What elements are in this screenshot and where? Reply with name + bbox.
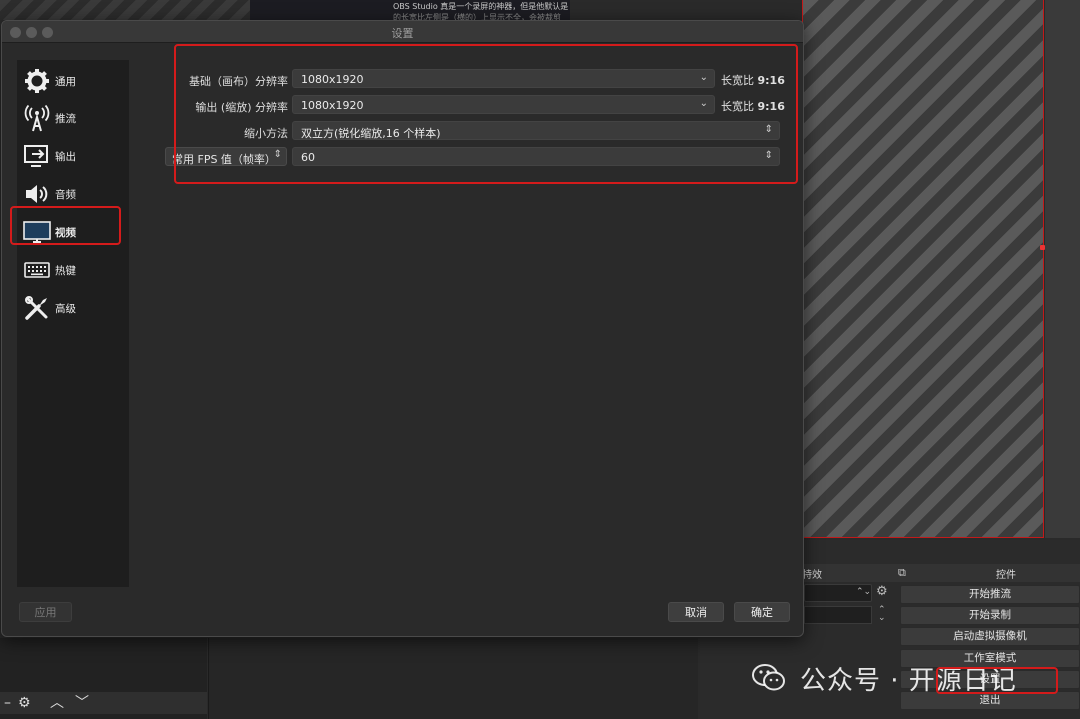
- controls-dock-title: 控件: [996, 570, 1016, 581]
- sidebar-item-label: 推流: [55, 113, 76, 125]
- downscale-filter-label: 缩小方法: [244, 127, 288, 140]
- transition-spinner-icon[interactable]: ⌃⌄: [856, 587, 871, 597]
- downscale-filter-select[interactable]: 双立方(锐化缩放,16 个样本) ⇕: [292, 121, 780, 140]
- output-resolution-value: 1080x1920: [301, 99, 364, 112]
- apply-button[interactable]: 应用: [19, 602, 72, 622]
- settings-sidebar: 通用 推流 输出 音频 视频 热键 高级: [17, 60, 129, 587]
- sidebar-item-general[interactable]: 通用: [21, 64, 125, 98]
- chevron-down-icon: ⌄: [699, 98, 708, 109]
- sidebar-item-label: 高级: [55, 303, 76, 315]
- ok-button[interactable]: 确定: [734, 602, 790, 622]
- start-recording-button[interactable]: 开始录制: [900, 606, 1080, 625]
- sidebar-item-advanced[interactable]: 高级: [21, 291, 125, 325]
- scene-toolbar: [0, 692, 207, 714]
- canvas-preview[interactable]: [802, 0, 1044, 538]
- fps-row: 常用 FPS 值（帧率） ⇕ 60 ⇕: [162, 147, 782, 167]
- chevron-down-icon: ⌄: [699, 72, 708, 83]
- background-note-line1: OBS Studio 真是一个录屏的神器，但是他默认是: [393, 2, 569, 11]
- sidebar-item-label: 热键: [55, 265, 76, 277]
- cancel-button[interactable]: 取消: [668, 602, 724, 622]
- gear-icon[interactable]: ⚙: [18, 692, 31, 714]
- remove-icon[interactable]: –: [4, 692, 11, 714]
- effects-dock-title: 特效: [802, 570, 822, 581]
- preview-side-panel: [1045, 0, 1080, 538]
- dialog-title: 设置: [391, 27, 414, 40]
- background-note: OBS Studio 真是一个录屏的神器，但是他默认是 的长宽比左侧是（横的）上…: [250, 0, 570, 22]
- aspect-label: 长宽比: [721, 100, 754, 113]
- base-resolution-row: 基础（画布）分辨率 1080x1920 ⌄ 长宽比 9:16: [162, 69, 785, 89]
- updown-arrows-icon: ⇕: [764, 150, 773, 161]
- base-resolution-value: 1080x1920: [301, 73, 364, 86]
- monitor-icon: [23, 221, 51, 243]
- speaker-icon: [26, 185, 48, 203]
- broadcast-icon: [24, 104, 50, 132]
- settings-dialog: 设置 通用 推流 输出 音频 视频 热键 高级 基础（画布）分辨率 1080x1…: [1, 20, 804, 637]
- transition-settings-gear-icon[interactable]: ⚙: [876, 584, 888, 599]
- output-aspect-ratio: 长宽比 9:16: [721, 98, 785, 114]
- base-resolution-label: 基础（画布）分辨率: [189, 75, 288, 88]
- downscale-filter-row: 缩小方法 双立方(锐化缩放,16 个样本) ⇕: [162, 121, 782, 141]
- sidebar-item-label: 输出: [55, 151, 76, 163]
- sidebar-item-label: 音频: [55, 189, 76, 201]
- fps-value: 60: [301, 151, 315, 164]
- dialog-titlebar: 设置: [2, 21, 803, 43]
- output-icon: [24, 145, 48, 167]
- fps-value-select[interactable]: 60 ⇕: [292, 147, 780, 166]
- aspect-value: 9:16: [757, 100, 785, 113]
- start-virtual-camera-button[interactable]: 启动虚拟摄像机: [900, 627, 1080, 646]
- fps-type-select[interactable]: 常用 FPS 值（帧率） ⇕: [165, 147, 287, 166]
- sidebar-item-label: 视频: [55, 227, 76, 239]
- source-preview-thumb: [0, 0, 250, 20]
- gear-icon: [25, 69, 49, 93]
- fps-type-value: 常用 FPS 值（帧率）: [172, 153, 276, 166]
- move-down-icon[interactable]: ﹀: [75, 692, 89, 714]
- base-resolution-combo[interactable]: 1080x1920 ⌄: [292, 69, 715, 88]
- sidebar-item-label: 通用: [55, 76, 76, 88]
- keyboard-icon: [24, 262, 50, 278]
- tools-icon: [25, 296, 48, 320]
- watermark-text: 公众号 · 开源日记: [800, 666, 1017, 696]
- move-up-icon[interactable]: ︿: [50, 692, 64, 714]
- output-resolution-row: 输出 (缩放) 分辨率 1080x1920 ⌄ 长宽比 9:16: [162, 95, 785, 115]
- base-aspect-ratio: 长宽比 9:16: [721, 72, 785, 88]
- output-resolution-label: 输出 (缩放) 分辨率: [195, 101, 288, 114]
- undock-icon[interactable]: ⧉: [898, 566, 906, 580]
- sources-dock: [208, 638, 698, 719]
- downscale-filter-value: 双立方(锐化缩放,16 个样本): [301, 127, 441, 140]
- aspect-label: 长宽比: [721, 74, 754, 87]
- sidebar-item-stream[interactable]: 推流: [21, 101, 125, 135]
- wechat-logo-icon: [752, 664, 785, 691]
- sidebar-item-hotkeys[interactable]: 热键: [21, 253, 125, 287]
- output-resolution-combo[interactable]: 1080x1920 ⌄: [292, 95, 715, 114]
- updown-arrows-icon: ⇕: [764, 124, 773, 135]
- sidebar-item-audio[interactable]: 音频: [21, 177, 125, 211]
- start-streaming-button[interactable]: 开始推流: [900, 585, 1080, 604]
- updown-arrows-icon: ⇕: [273, 149, 282, 160]
- sidebar-item-output[interactable]: 输出: [21, 139, 125, 173]
- sidebar-item-video[interactable]: 视频: [21, 215, 125, 249]
- duration-input[interactable]: [804, 606, 872, 624]
- duration-spinner-icon[interactable]: ⌃ ⌄: [878, 606, 886, 623]
- aspect-value: 9:16: [757, 74, 785, 87]
